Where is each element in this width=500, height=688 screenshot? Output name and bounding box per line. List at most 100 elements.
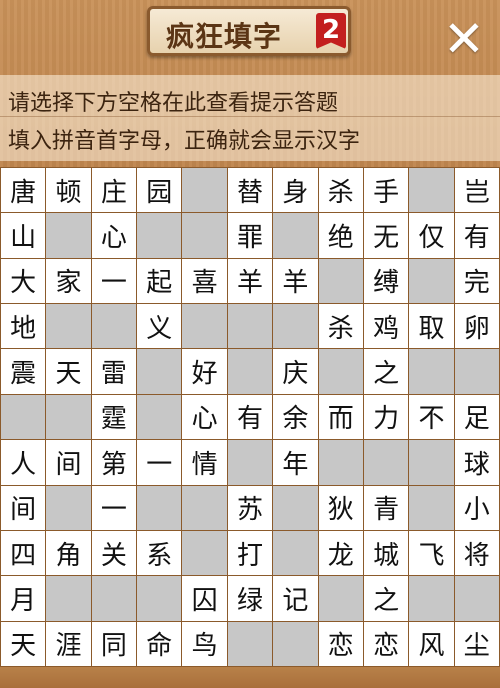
blocked-cell [318,576,363,621]
grid-cell[interactable]: 有 [454,213,499,258]
grid-cell[interactable]: 足 [454,394,499,440]
blocked-cell [409,440,454,485]
grid-cell[interactable]: 一 [91,485,137,530]
grid-cell[interactable]: 山 [1,213,46,258]
grid-cell[interactable]: 喜 [182,258,227,304]
close-icon[interactable]: ✕ [438,14,490,64]
grid-cell[interactable]: 间 [1,485,46,530]
grid-cell[interactable]: 手 [363,168,409,213]
grid-cell[interactable]: 完 [454,258,499,304]
grid-cell[interactable]: 庄 [91,168,137,213]
grid-cell[interactable]: 心 [91,213,137,258]
grid-cell[interactable]: 一 [137,440,182,485]
grid-cell[interactable]: 风 [409,621,454,666]
blocked-cell [227,440,273,485]
grid-cell[interactable]: 身 [273,168,318,213]
grid-cell[interactable]: 缚 [363,258,409,304]
grid-cell[interactable]: 同 [91,621,137,666]
grid-cell[interactable]: 恋 [363,621,409,666]
grid-cell[interactable]: 有 [227,394,273,440]
grid-cell[interactable]: 雷 [91,349,137,394]
grid-cell[interactable]: 鸡 [363,304,409,349]
grid-cell[interactable]: 取 [409,304,454,349]
grid-cell[interactable]: 狄 [318,485,363,530]
grid-cell[interactable]: 关 [91,530,137,576]
grid-cell[interactable]: 打 [227,530,273,576]
grid-cell[interactable]: 小 [454,485,499,530]
blocked-cell [227,304,273,349]
grid-cell[interactable]: 无 [363,213,409,258]
grid-cell[interactable]: 力 [363,394,409,440]
game-title: 疯狂填字 [166,20,283,53]
grid-cell[interactable]: 心 [182,394,227,440]
grid-cell[interactable]: 绝 [318,213,363,258]
grid-cell[interactable]: 罪 [227,213,273,258]
grid-cell[interactable]: 一 [91,258,137,304]
grid-cell[interactable]: 飞 [409,530,454,576]
grid-cell[interactable]: 家 [46,258,91,304]
blocked-cell [46,394,91,440]
grid-cell[interactable]: 囚 [182,576,227,621]
grid-cell[interactable]: 大 [1,258,46,304]
grid-cell[interactable]: 命 [137,621,182,666]
blocked-cell [46,485,91,530]
grid-cell[interactable]: 不 [409,394,454,440]
blocked-cell [137,576,182,621]
blocked-cell [182,213,227,258]
grid-cell[interactable]: 地 [1,304,46,349]
grid-cell[interactable]: 顿 [46,168,91,213]
grid-cell[interactable]: 角 [46,530,91,576]
grid-cell[interactable]: 人 [1,440,46,485]
grid-cell[interactable]: 情 [182,440,227,485]
grid-cell[interactable]: 义 [137,304,182,349]
grid-cell[interactable]: 天 [1,621,46,666]
grid-cell[interactable]: 间 [46,440,91,485]
grid-cell[interactable]: 霆 [91,394,137,440]
grid-cell[interactable]: 唐 [1,168,46,213]
grid-cell[interactable]: 恋 [318,621,363,666]
grid-cell[interactable]: 青 [363,485,409,530]
blocked-cell [454,576,499,621]
grid-cell[interactable]: 而 [318,394,363,440]
blocked-cell [1,394,46,440]
grid-cell[interactable]: 之 [363,349,409,394]
grid-cell[interactable]: 城 [363,530,409,576]
blocked-cell [273,530,318,576]
grid-cell[interactable]: 涯 [46,621,91,666]
grid-cell[interactable]: 杀 [318,304,363,349]
grid-cell[interactable]: 余 [273,394,318,440]
blocked-cell [409,349,454,394]
grid-cell[interactable]: 尘 [454,621,499,666]
blocked-cell [409,576,454,621]
grid-cell[interactable]: 岂 [454,168,499,213]
grid-cell[interactable]: 卵 [454,304,499,349]
grid-cell[interactable]: 记 [273,576,318,621]
grid-cell[interactable]: 庆 [273,349,318,394]
blocked-cell [227,621,273,666]
grid-cell[interactable]: 系 [137,530,182,576]
grid-cell[interactable]: 月 [1,576,46,621]
blocked-cell [273,304,318,349]
blocked-cell [46,304,91,349]
grid-cell[interactable]: 之 [363,576,409,621]
grid-cell[interactable]: 园 [137,168,182,213]
grid-cell[interactable]: 将 [454,530,499,576]
blocked-cell [409,258,454,304]
grid-cell[interactable]: 震 [1,349,46,394]
grid-cell[interactable]: 绿 [227,576,273,621]
grid-cell[interactable]: 起 [137,258,182,304]
grid-cell[interactable]: 替 [227,168,273,213]
grid-cell[interactable]: 杀 [318,168,363,213]
grid-cell[interactable]: 仅 [409,213,454,258]
grid-cell[interactable]: 第 [91,440,137,485]
grid-cell[interactable]: 球 [454,440,499,485]
grid-cell[interactable]: 羊 [273,258,318,304]
grid-cell[interactable]: 鸟 [182,621,227,666]
grid-cell[interactable]: 天 [46,349,91,394]
grid-cell[interactable]: 年 [273,440,318,485]
grid-cell[interactable]: 羊 [227,258,273,304]
grid-cell[interactable]: 苏 [227,485,273,530]
grid-cell[interactable]: 好 [182,349,227,394]
grid-cell[interactable]: 四 [1,530,46,576]
grid-cell[interactable]: 龙 [318,530,363,576]
